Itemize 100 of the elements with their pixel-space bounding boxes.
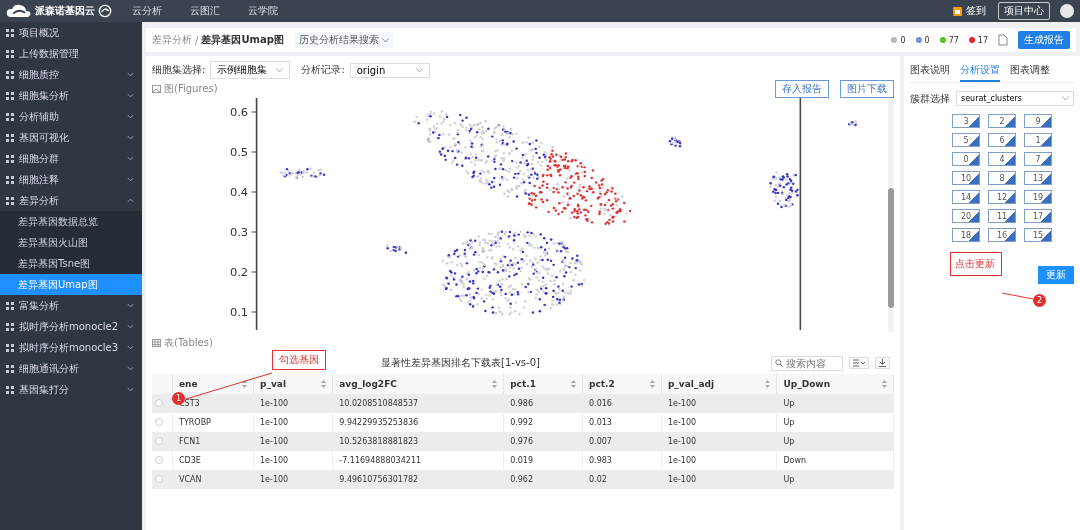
grid-icon — [6, 28, 14, 37]
column-header[interactable]: Up_Down — [776, 374, 894, 394]
sidebar-item[interactable]: 细胞分群 — [0, 148, 142, 169]
cluster-toggle[interactable]: 15 — [1024, 228, 1052, 242]
row-checkbox[interactable] — [155, 398, 163, 407]
breadcrumb-current: 差异基因Umap图 — [201, 33, 284, 47]
column-header[interactable]: avg_log2FC — [332, 374, 504, 394]
cluster-toggle[interactable]: 2 — [988, 114, 1016, 128]
panel-tab[interactable]: 分析设置 — [960, 60, 1000, 82]
sidebar-subitem[interactable]: 差异基因火山图 — [0, 232, 142, 253]
cluster-toggle[interactable]: 14 — [952, 190, 980, 204]
sidebar-item[interactable]: 细胞集分析 — [0, 85, 142, 106]
cluster-toggle[interactable]: 3 — [952, 114, 980, 128]
cluster-toggle[interactable]: 19 — [1024, 190, 1052, 204]
column-header[interactable]: ene — [172, 374, 254, 394]
tick-label: 0.4 — [229, 186, 249, 199]
breadcrumb-separator: / — [195, 34, 199, 46]
panel-tab[interactable]: 图表说明 — [910, 60, 950, 82]
nav-link[interactable]: 云学院 — [248, 4, 278, 18]
cluster-toggle[interactable]: 4 — [988, 152, 1016, 166]
sidebar-item[interactable]: 富集分析 — [0, 295, 142, 316]
sidebar-item[interactable]: 基因集打分 — [0, 379, 142, 400]
sidebar-subitem[interactable]: 差异基因Tsne图 — [0, 253, 142, 274]
select-field[interactable]: origin — [349, 62, 430, 78]
search-field[interactable]: 搜索内容 — [771, 355, 843, 371]
cluster-toggle[interactable]: 6 — [988, 133, 1016, 147]
sidebar-item[interactable]: 上传数据管理 — [0, 43, 142, 64]
cluster-toggle[interactable]: 12 — [988, 190, 1016, 204]
sidebar-item[interactable]: 拟时序分析monocle3 — [0, 337, 142, 358]
sidebar-item[interactable]: 细胞注释 — [0, 169, 142, 190]
table-caption: 显著性差异基因排名下载表[1-vs-0] — [381, 356, 540, 370]
table-cell: VCAN — [172, 470, 254, 489]
panel-tab[interactable]: 图表调整 — [1010, 60, 1050, 82]
cluster-toggle[interactable]: 8 — [988, 171, 1016, 185]
section-title: 图(Figures) — [164, 82, 218, 96]
cluster-toggle[interactable]: 17 — [1024, 209, 1052, 223]
tick-label: 0.2 — [229, 266, 249, 279]
grid-icon — [6, 49, 14, 58]
breadcrumb-link[interactable]: 差异分析 — [152, 33, 192, 47]
sidebar-item[interactable]: 项目概况 — [0, 22, 142, 43]
cluster-toggle[interactable]: 18 — [952, 228, 980, 242]
grid-icon — [6, 112, 14, 121]
generate-report-button[interactable]: 生成报告 — [1018, 31, 1070, 49]
figure-button[interactable]: 存入报告 — [775, 80, 829, 98]
row-checkbox[interactable] — [155, 417, 163, 426]
column-header[interactable]: p_val_adj — [661, 374, 777, 394]
cluster-toggle[interactable]: 16 — [988, 228, 1016, 242]
table-cell: 0.02 — [582, 470, 662, 489]
cluster-toggle[interactable]: 20 — [952, 209, 980, 223]
caret-icon — [127, 366, 134, 371]
cluster-toggle[interactable]: 10 — [952, 171, 980, 185]
caret-icon — [127, 387, 134, 392]
cluster-toggle[interactable]: 0 — [952, 152, 980, 166]
row-checkbox[interactable] — [155, 455, 163, 464]
column-header[interactable]: pct.1 — [503, 374, 583, 394]
caret-icon — [127, 303, 134, 308]
document-icon[interactable] — [998, 34, 1008, 46]
cluster-toggle[interactable]: 1 — [1024, 133, 1052, 147]
cluster-toggle[interactable]: 13 — [1024, 171, 1052, 185]
grid-icon — [6, 322, 14, 331]
caret-icon — [127, 177, 134, 182]
sidebar-item[interactable]: 细胞通讯分析 — [0, 358, 142, 379]
avatar-icon[interactable] — [1060, 4, 1074, 18]
row-checkbox[interactable] — [155, 474, 163, 483]
column-header[interactable]: p_val — [253, 374, 333, 394]
row-checkbox[interactable] — [155, 436, 163, 445]
cluster-toggle[interactable]: 9 — [1024, 114, 1052, 128]
table-cell: Up — [776, 432, 894, 451]
grid-icon — [6, 133, 14, 142]
control-label: 分析记录: — [301, 63, 345, 77]
history-dropdown[interactable]: 历史分析结果搜索 — [294, 32, 393, 48]
grid-icon — [6, 301, 14, 310]
table-cell: 0.962 — [503, 470, 583, 489]
sidebar-item[interactable]: 基因可视化 — [0, 127, 142, 148]
project-center-button[interactable]: 项目中心 — [998, 2, 1050, 20]
scrollbar[interactable] — [888, 98, 894, 332]
nav-link[interactable]: 云图汇 — [190, 4, 220, 18]
column-header[interactable]: pct.2 — [582, 374, 662, 394]
columns-button[interactable] — [849, 357, 869, 369]
sidebar-item[interactable]: 差异分析 — [0, 190, 142, 211]
cluster-toggle[interactable]: 7 — [1024, 152, 1052, 166]
grid-icon — [6, 175, 14, 184]
sort-icon — [321, 380, 327, 388]
nav-link[interactable]: 云分析 — [132, 4, 162, 18]
cluster-toggle[interactable]: 5 — [952, 133, 980, 147]
sidebar-subitem[interactable]: 差异基因数据总览 — [0, 211, 142, 232]
sidebar-item[interactable]: 拟时序分析monocle2 — [0, 316, 142, 337]
signin-link[interactable]: 签到 — [966, 4, 986, 18]
cluster-select[interactable]: seurat_clusters — [956, 91, 1074, 106]
sidebar-item[interactable]: 细胞质控 — [0, 64, 142, 85]
cluster-toggle[interactable]: 11 — [988, 209, 1016, 223]
select-field[interactable]: 示例细胞集 — [210, 61, 291, 79]
sidebar-item[interactable]: 分析辅助 — [0, 106, 142, 127]
grid-icon — [6, 91, 14, 100]
table-cell: 0.986 — [503, 394, 583, 413]
sort-icon — [242, 380, 248, 388]
caret-icon — [127, 324, 134, 329]
figure-button[interactable]: 图片下载 — [840, 80, 894, 98]
swirl-logo-icon — [98, 4, 112, 18]
download-button[interactable] — [875, 357, 890, 369]
